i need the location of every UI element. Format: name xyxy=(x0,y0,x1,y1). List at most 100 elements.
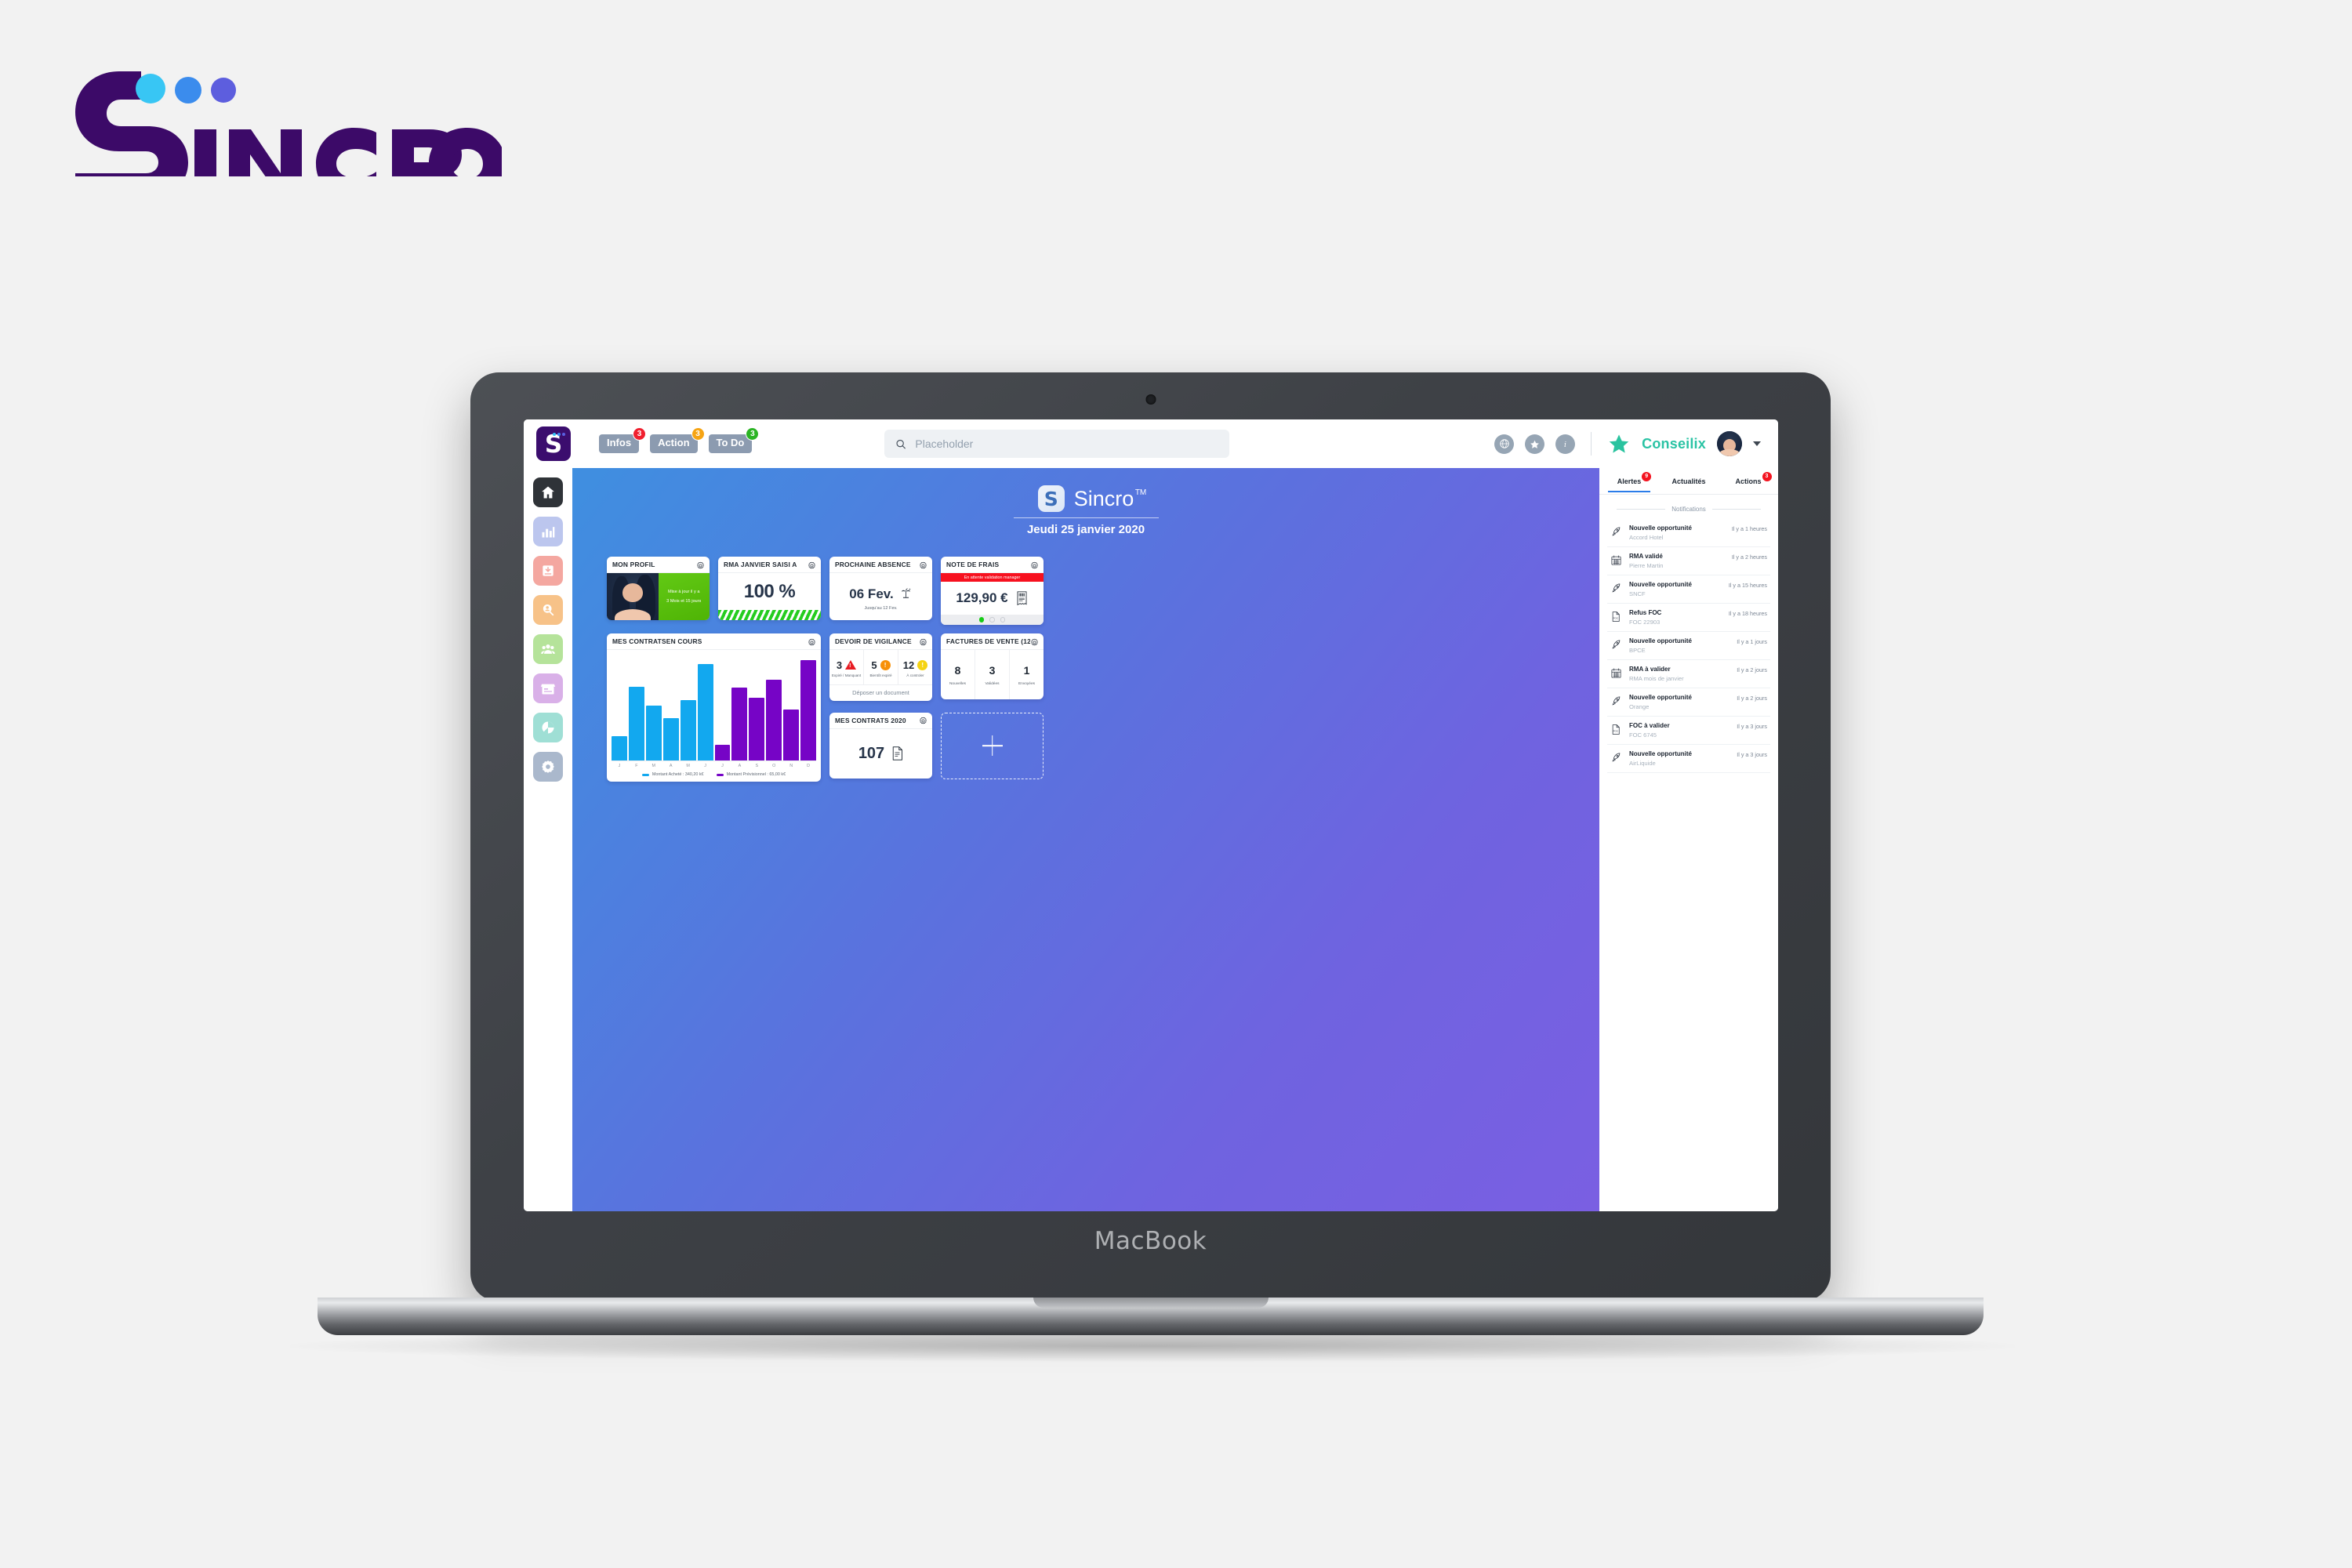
factures-label-validees: Validées xyxy=(985,681,1000,686)
legend-swatch-achete xyxy=(641,773,649,776)
notification-item[interactable]: FOC FOC à valider FOC 6745 Il y a 3 jours xyxy=(1607,717,1770,745)
notification-text: Nouvelle opportunité Orange xyxy=(1629,694,1730,710)
notification-item[interactable]: RMA à valider RMA mois de janvier Il y a 2… xyxy=(1607,660,1770,688)
deposer-document-link[interactable]: Déposer un document xyxy=(829,684,932,701)
notification-item[interactable]: Nouvelle opportunité Accord Hotel Il y a 1… xyxy=(1607,519,1770,547)
dashboard-date: Jeudi 25 janvier 2020 xyxy=(1026,523,1145,536)
card-header: RMA JANVIER SAISI A xyxy=(718,557,821,573)
notification-item[interactable]: FOC Refus FOC FOC 22903 Il y a 18 heures xyxy=(1607,604,1770,632)
absence-body: 06 Fev. Jusqu'au 12 Fev. xyxy=(829,573,932,620)
sidebar-item-purchase[interactable] xyxy=(533,556,563,586)
factures-value-validees: 3 xyxy=(989,663,996,677)
vigilance-col-expire[interactable]: 3 Expiré / Manquant xyxy=(829,650,864,684)
star-icon[interactable] xyxy=(1525,434,1545,454)
card-devoir-de-vigilance[interactable]: DEVOIR DE VIGILANCE 3 ! Expiré / Manquan… xyxy=(829,633,932,701)
dashboard-app-name-text: Sincro xyxy=(1073,486,1134,510)
vigilance-col-controler[interactable]: 12 ! À controler xyxy=(898,650,932,684)
svg-text:i: i xyxy=(1564,440,1566,448)
chevron-down-icon[interactable] xyxy=(1752,441,1761,446)
note-frais-pagination[interactable] xyxy=(941,615,1044,625)
card-note-de-frais[interactable]: NOTE DE FRAIS En attente validation mana… xyxy=(941,557,1044,625)
legend-entry-achete: Montant Acheté : 340,20 k€ xyxy=(641,772,704,777)
notification-item[interactable]: Nouvelle opportunité SNCF Il y a 15 heures xyxy=(1607,575,1770,604)
gear-icon[interactable] xyxy=(808,637,816,646)
notification-item[interactable]: RMA validé Pierre Martin Il y a 2 heures xyxy=(1607,547,1770,575)
notification-text: RMA à valider RMA mois de janvier xyxy=(1629,666,1730,682)
gear-icon[interactable] xyxy=(919,637,927,646)
gear-icon[interactable] xyxy=(1030,637,1039,646)
sidebar-item-home[interactable] xyxy=(533,477,563,507)
rma-body: 100 % xyxy=(718,573,821,620)
pill-infos-label: Infos xyxy=(607,437,632,449)
pill-infos[interactable]: Infos 3 xyxy=(599,427,647,453)
vigilance-value-expire: 3 xyxy=(836,659,843,671)
card-mes-contrats-2020[interactable]: MES CONTRATS 2020 107 xyxy=(829,712,932,779)
notification-text: FOC à valider FOC 6745 xyxy=(1629,722,1730,739)
factures-col-nouvelles[interactable]: 8 Nouvelles xyxy=(941,650,975,699)
factures-col-validees[interactable]: 3 Validées xyxy=(975,650,1010,699)
calendar-icon xyxy=(1610,666,1623,681)
card-mon-profil[interactable]: MON PROFIL Mise à jour il y a 3 Mois et … xyxy=(607,557,710,620)
notification-title: Nouvelle opportunité xyxy=(1629,581,1692,588)
card-title: PROCHAINE ABSENCE xyxy=(835,561,911,568)
app-logo-button[interactable]: S xyxy=(536,426,571,461)
global-search[interactable] xyxy=(884,430,1230,458)
svg-text:FOC: FOC xyxy=(1613,730,1619,733)
document-icon xyxy=(892,746,903,760)
pill-todo[interactable]: To Do 3 xyxy=(708,427,760,453)
app-logo-dots-icon xyxy=(553,433,565,436)
user-avatar[interactable] xyxy=(1716,431,1742,456)
search-input[interactable] xyxy=(915,437,1219,450)
chart-title: MES CONTRATSEN COURS xyxy=(612,637,702,645)
chart-bar xyxy=(766,680,782,760)
notification-subtitle: FOC 22903 xyxy=(1629,619,1661,626)
sidebar-item-teams[interactable] xyxy=(533,634,563,664)
factures-col-envoyees[interactable]: 1 Envoyées xyxy=(1010,650,1044,699)
notification-title: RMA à valider xyxy=(1629,666,1671,673)
pagination-dot-3[interactable] xyxy=(1000,617,1006,622)
file-icon: FOC xyxy=(1610,609,1623,625)
chart-x-tick: J xyxy=(721,764,724,768)
notification-subtitle: Orange xyxy=(1629,703,1650,710)
add-widget-tile[interactable] xyxy=(941,712,1044,779)
tab-actualites[interactable]: Actualités xyxy=(1659,477,1719,485)
tab-alertes[interactable]: Alertes 9 xyxy=(1599,471,1659,492)
pill-action[interactable]: Action 3 xyxy=(650,427,705,453)
notification-text: Nouvelle opportunité BPCE xyxy=(1629,637,1730,654)
info-icon[interactable]: i xyxy=(1555,434,1576,454)
sidebar-item-store[interactable] xyxy=(533,673,563,703)
sidebar-item-settings[interactable] xyxy=(533,752,563,782)
notification-item[interactable]: Nouvelle opportunité AirLiquide Il y a 3 j… xyxy=(1607,745,1770,773)
chart-x-tick: M xyxy=(686,764,690,768)
gear-icon[interactable] xyxy=(919,716,927,724)
card-rma-janvier[interactable]: RMA JANVIER SAISI A 100 % xyxy=(718,557,821,620)
dashboard-header: S Sincro TM Jeudi 25 janvier 2020 xyxy=(572,485,1599,536)
tab-actions[interactable]: Actions 3 xyxy=(1719,471,1778,485)
pagination-dot-1[interactable] xyxy=(978,617,985,622)
profile-photo xyxy=(607,573,659,620)
sidebar-item-prospect[interactable] xyxy=(533,595,563,625)
gear-icon[interactable] xyxy=(1030,561,1039,569)
card-title: DEVOIR DE VIGILANCE xyxy=(835,637,912,645)
globe-icon[interactable] xyxy=(1494,434,1515,454)
notification-item[interactable]: Nouvelle opportunité Orange Il y a 2 jours xyxy=(1607,688,1770,717)
sincro-brand-logo xyxy=(63,43,502,176)
chart-x-tick: D xyxy=(807,764,811,768)
gear-icon[interactable] xyxy=(696,561,705,569)
tenant-name[interactable]: Conseilix xyxy=(1642,436,1706,452)
card-factures-de-vente[interactable]: FACTURES DE VENTE (12) 8 Nouvelles 3 Val… xyxy=(941,633,1044,699)
notification-item[interactable]: Nouvelle opportunité BPCE Il y a 1 jours xyxy=(1607,632,1770,660)
notifications-list[interactable]: Nouvelle opportunité Accord Hotel Il y a 1… xyxy=(1599,519,1778,1211)
notification-subtitle: AirLiquide xyxy=(1629,760,1656,767)
card-mes-contrats-en-cours[interactable]: MES CONTRATSEN COURS JFMAMJJASOND Montan… xyxy=(607,633,821,782)
sidebar-item-analytics[interactable] xyxy=(533,713,563,742)
gear-icon[interactable] xyxy=(808,561,816,569)
notification-subtitle: Pierre Martin xyxy=(1629,562,1664,569)
gear-icon[interactable] xyxy=(919,561,927,569)
sidebar-item-reporting[interactable] xyxy=(533,517,563,546)
pagination-dot-2[interactable] xyxy=(989,617,995,622)
tab-actions-badge: 3 xyxy=(1762,471,1772,481)
card-prochaine-absence[interactable]: PROCHAINE ABSENCE 06 Fev. Jusqu'au 12 Fe… xyxy=(829,557,932,620)
notification-text: Nouvelle opportunité Accord Hotel xyxy=(1629,524,1726,541)
vigilance-col-bientot[interactable]: 5 ! Bientôt expiré xyxy=(864,650,898,684)
